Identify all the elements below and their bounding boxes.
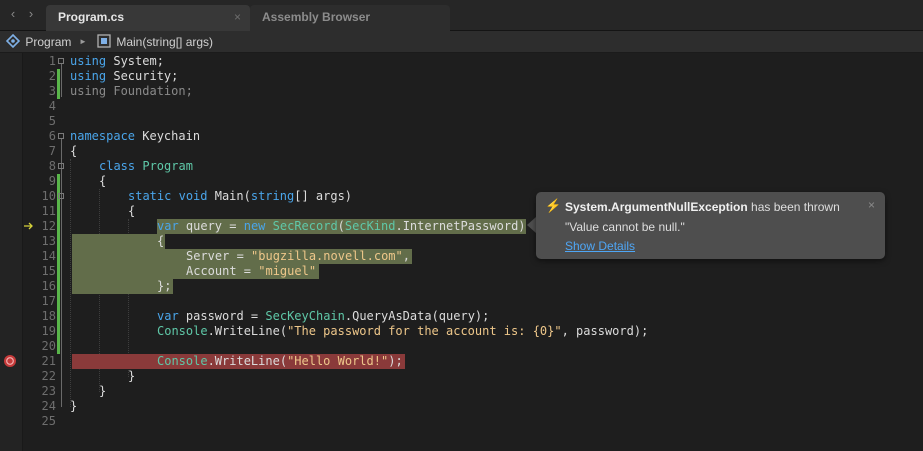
tab-label: Program.cs [58, 10, 125, 24]
code-line: Server = "bugzilla.novell.com", [186, 249, 410, 263]
tab-program-cs[interactable]: Program.cs × [46, 5, 250, 31]
line-number: 18 [41, 309, 56, 323]
line-number: 5 [48, 114, 56, 128]
code-line: } [128, 369, 136, 383]
breadcrumb-label: Program [25, 35, 72, 49]
line-number: 8 [48, 159, 56, 173]
back-icon[interactable]: ‹ [5, 6, 21, 22]
line-number: 20 [41, 339, 56, 353]
line-number: 17 [41, 294, 56, 308]
tab-bar: ‹ › Program.cs × Assembly Browser [0, 0, 923, 31]
line-number: 13 [41, 234, 56, 248]
line-number: 25 [41, 414, 56, 428]
lightning-icon: ⚡ [545, 198, 562, 213]
namespace-icon [5, 33, 21, 49]
line-number: 21 [41, 354, 56, 368]
close-icon[interactable]: × [234, 5, 241, 30]
fold-guide [61, 139, 62, 407]
code-line: Account = "miguel" [186, 264, 317, 278]
breakpoint-icon[interactable] [3, 354, 17, 368]
code-line: var query = new SecRecord(SecKind.Intern… [157, 219, 526, 233]
fold-toggle-icon[interactable] [58, 193, 64, 199]
code-line: { [157, 234, 165, 248]
line-number: 19 [41, 324, 56, 338]
exception-message: "Value cannot be null." [565, 220, 685, 234]
tab-label: Assembly Browser [262, 10, 371, 24]
code-line: var password = SecKeyChain.QueryAsData(q… [157, 309, 490, 323]
indent-guide [70, 159, 71, 407]
breadcrumb-separator-icon: ► [79, 37, 87, 46]
breadcrumb-item-program[interactable]: Program [5, 33, 72, 50]
current-statement-highlight [72, 234, 165, 249]
forward-icon[interactable]: › [23, 6, 39, 22]
line-number: 3 [48, 84, 56, 98]
line-number: 14 [41, 249, 56, 263]
code-line: } [99, 384, 107, 398]
code-line: { [99, 174, 107, 188]
code-line: Console.WriteLine("The password for the … [157, 324, 649, 338]
breadcrumb-item-main[interactable]: Main(string[] args) [97, 34, 213, 50]
line-number: 23 [41, 384, 56, 398]
line-number: 22 [41, 369, 56, 383]
code-line: { [128, 204, 136, 218]
close-icon[interactable]: × [868, 198, 875, 212]
fold-guide [61, 64, 62, 97]
code-line: using System; [70, 54, 164, 68]
line-number: 24 [41, 399, 56, 413]
show-details-link[interactable]: Show Details [565, 239, 635, 253]
code-line: using Security; [70, 69, 179, 83]
icon-margin[interactable] [0, 53, 23, 451]
code-line: static void Main(string[] args) [128, 189, 353, 203]
line-number: 1 [48, 54, 56, 68]
exception-popup: ⚡ System.ArgumentNullException has been … [536, 192, 885, 259]
line-number: 2 [48, 69, 56, 83]
code-line: namespace Keychain [70, 129, 201, 143]
breadcrumb: Program ► Main(string[] args) [0, 31, 923, 53]
code-line: using Foundation; [70, 84, 193, 98]
code-line: } [70, 399, 78, 413]
line-number: 11 [41, 204, 56, 218]
method-icon [97, 34, 111, 48]
code-line: { [70, 144, 78, 158]
change-marker [57, 69, 60, 99]
exception-title: System.ArgumentNullException has been th… [565, 200, 840, 214]
line-number: 10 [41, 189, 56, 203]
popup-pointer [527, 217, 536, 233]
breadcrumb-label: Main(string[] args) [116, 35, 214, 49]
line-number: 9 [48, 174, 56, 188]
line-number: 6 [48, 129, 56, 143]
tab-assembly-browser[interactable]: Assembly Browser [250, 5, 450, 31]
code-line: Console.WriteLine("Hello World!"); [157, 354, 403, 368]
code-line: }; [157, 279, 172, 293]
line-number: 7 [48, 144, 56, 158]
line-number: 15 [41, 264, 56, 278]
change-marker [57, 174, 60, 354]
fold-toggle-icon[interactable] [58, 163, 64, 169]
line-number: 12 [41, 219, 56, 233]
line-number: 4 [48, 99, 56, 113]
line-number: 16 [41, 279, 56, 293]
code-line: class Program [99, 159, 193, 173]
